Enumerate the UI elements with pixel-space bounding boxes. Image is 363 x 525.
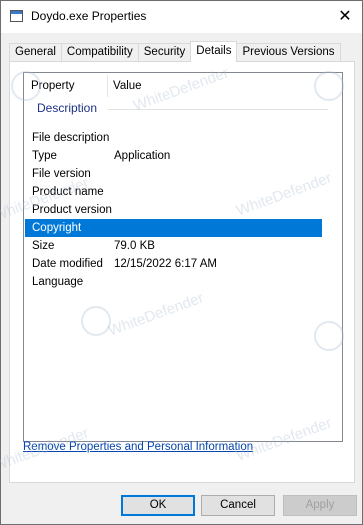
title-bar: Doydo.exe Properties ✕ [1,1,362,33]
property-name: Size [32,240,55,252]
properties-window: Doydo.exe Properties ✕ General Compatibi… [0,0,363,525]
cancel-button[interactable]: Cancel [201,495,275,516]
property-row[interactable]: Language [25,273,322,291]
tab-security[interactable]: Security [137,43,192,61]
column-header-value[interactable]: Value [113,80,142,92]
property-name: Date modified [32,258,103,270]
property-name: Product name [32,186,104,198]
property-name: Type [32,150,57,162]
remove-properties-link[interactable]: Remove Properties and Personal Informati… [23,441,253,453]
property-name: Language [32,276,84,288]
property-value: Application [114,150,171,162]
property-name: File description [32,132,110,144]
tab-general[interactable]: General [9,43,62,61]
property-row-selected[interactable]: Copyright [25,219,322,237]
window-title: Doydo.exe Properties [31,9,147,23]
property-row[interactable]: File version [25,165,322,183]
apply-button[interactable]: Apply [283,495,357,516]
column-separator[interactable] [107,75,108,97]
property-value: 79.0 KB [114,240,155,252]
close-icon[interactable]: ✕ [334,7,356,27]
property-row[interactable]: Type Application [25,147,322,165]
group-divider [108,109,328,110]
tab-details[interactable]: Details [190,41,238,62]
property-value: 12/15/2022 6:17 AM [114,258,217,270]
property-row[interactable]: Product version [25,201,322,219]
property-name: Product version [32,204,112,216]
details-listview[interactable]: Property Value Description File descript… [23,72,343,442]
property-row[interactable]: Date modified 12/15/2022 6:17 AM [25,255,322,273]
tab-strip: General Compatibility Security Details P… [9,41,341,62]
property-name: File version [32,168,91,180]
property-name: Copyright [32,222,82,234]
file-icon [10,10,23,22]
column-header: Property Value [24,73,342,97]
ok-button[interactable]: OK [121,495,195,516]
column-header-property[interactable]: Property [31,80,74,92]
property-row[interactable]: Size 79.0 KB [25,237,322,255]
group-header-description: Description [37,101,98,115]
tab-previous-versions[interactable]: Previous Versions [236,43,341,61]
property-row[interactable]: Product name [25,183,322,201]
tab-compatibility[interactable]: Compatibility [60,43,139,61]
property-row[interactable]: File description [25,129,322,147]
details-panel: Property Value Description File descript… [9,61,355,483]
